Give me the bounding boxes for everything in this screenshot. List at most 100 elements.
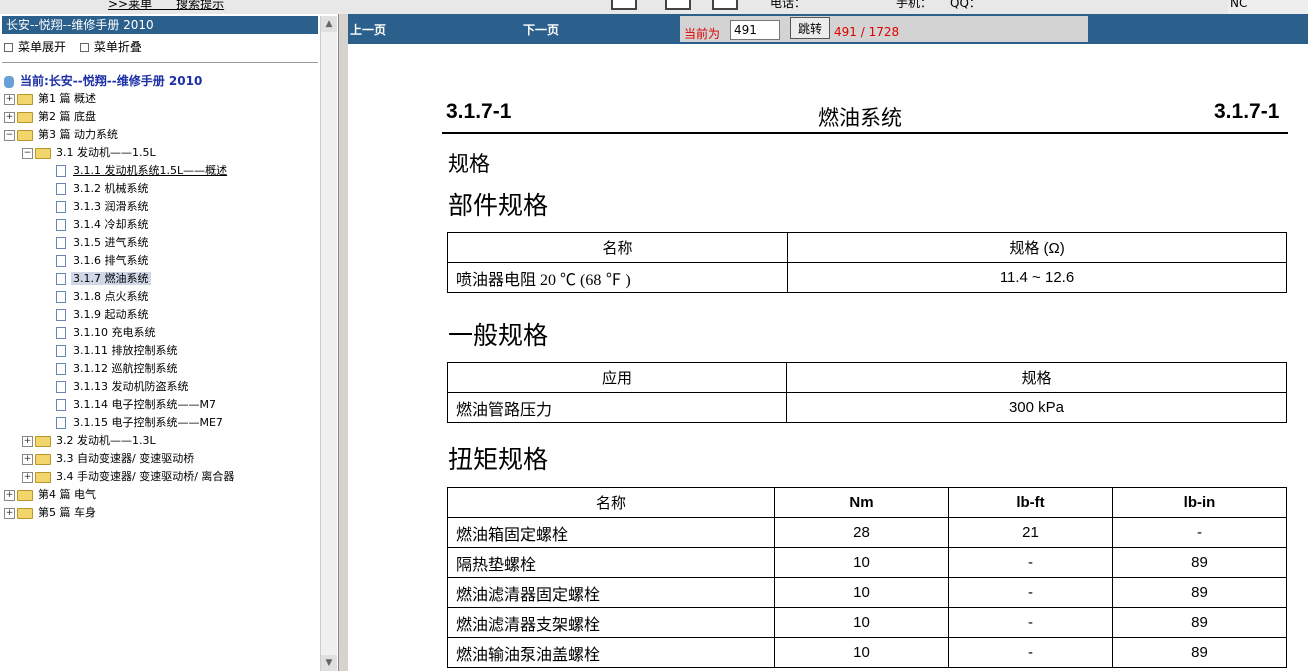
tree-item-label: 3.1.9 起动系统 (73, 308, 149, 321)
table-cell: 燃油管路压力 (447, 392, 787, 423)
tree-item-chapter-3[interactable]: − 第3 篇 动力系统 (4, 126, 120, 144)
tree-item-label: 第5 篇 车身 (38, 506, 96, 519)
menu-toggle-group: 菜单展开 菜单折叠 (4, 38, 152, 55)
jump-button[interactable]: 跳转 (790, 17, 830, 39)
general-spec-heading: 一般规格 (448, 323, 549, 350)
tree-item-3-1-2[interactable]: 3.1.2 机械系统 (56, 180, 151, 198)
sidebar-scrollbar[interactable]: ▲ ▼ (320, 16, 337, 671)
table-header-row: 名称 规格 (Ω) (447, 232, 1287, 263)
tree-item-3-1-11[interactable]: 3.1.11 排放控制系统 (56, 342, 179, 360)
tree-item-label: 3.1.8 点火系统 (73, 290, 149, 303)
tree-item-3-1-4[interactable]: 3.1.4 冷却系统 (56, 216, 151, 234)
general-spec-table: 应用 规格 燃油管路压力 300 kPa (447, 362, 1287, 423)
tree-item-3-1-7-selected[interactable]: 3.1.7 燃油系统 (56, 270, 151, 288)
tree-item-3-1-6[interactable]: 3.1.6 排气系统 (56, 252, 151, 270)
expand-plus-icon[interactable]: + (22, 453, 33, 465)
tree-item-chapter-5[interactable]: + 第5 篇 车身 (4, 504, 98, 522)
expand-plus-icon[interactable]: + (4, 111, 15, 123)
tree-item-label: 3.1.15 电子控制系统——ME7 (73, 416, 223, 429)
current-page-label: 当前为 (684, 27, 721, 41)
table-cell: 隔热垫螺栓 (447, 547, 775, 578)
tree-item-3-1-8[interactable]: 3.1.8 点火系统 (56, 288, 151, 306)
collapse-minus-icon[interactable]: − (4, 129, 15, 141)
scroll-up-icon[interactable]: ▲ (321, 16, 337, 32)
table-cell: 89 (1112, 577, 1287, 608)
table-cell: - (948, 637, 1113, 668)
next-page-link[interactable]: 下一页 (523, 21, 559, 38)
table-cell: 28 (774, 517, 949, 548)
page-jump-box: 当前为 跳转 491 / 1728 (680, 16, 1088, 42)
toolbar-print-icon[interactable] (712, 0, 738, 10)
collapse-minus-icon[interactable]: − (22, 147, 33, 159)
tree-item-label: 3.1.1 发动机系统1.5L——概述 (73, 164, 228, 177)
tree-item-3-1[interactable]: − 3.1 发动机——1.5L (22, 144, 158, 162)
tree-item-label: 3.1.4 冷却系统 (73, 218, 149, 231)
sidebar-title: 长安--悦翔--维修手册 2010 (2, 16, 318, 34)
table-cell: 89 (1112, 547, 1287, 578)
table-cell: 21 (948, 517, 1113, 548)
tree-item-chapter-2[interactable]: + 第2 篇 底盘 (4, 108, 98, 126)
table-row: 燃油滤清器支架螺栓 10 - 89 (447, 607, 1287, 638)
expand-plus-icon[interactable]: + (22, 435, 33, 447)
table-row: 燃油滤清器固定螺栓 10 - 89 (447, 577, 1287, 608)
tree-item-3-4[interactable]: +3.4 手动变速器/ 变速驱动桥/ 离合器 (22, 468, 236, 486)
collapse-menu-button[interactable]: 菜单折叠 (79, 40, 142, 54)
document-icon (56, 183, 66, 195)
tree-item-chapter-1[interactable]: + 第1 篇 概述 (4, 90, 98, 108)
tree-root-current[interactable]: 当前:长安--悦翔--维修手册 2010 (4, 72, 204, 90)
tree-item-label: 3.1.13 发动机防盗系统 (73, 380, 189, 393)
document-icon (56, 165, 66, 177)
table-header-row: 应用 规格 (447, 362, 1287, 393)
table-row: 隔热垫螺栓 10 - 89 (447, 547, 1287, 578)
scroll-down-icon[interactable]: ▼ (321, 655, 337, 671)
tree-item-3-1-10[interactable]: 3.1.10 充电系统 (56, 324, 157, 342)
document-icon (56, 237, 66, 249)
tree-item-3-1-14[interactable]: 3.1.14 电子控制系统——M7 (56, 396, 218, 414)
table-cell: - (948, 577, 1113, 608)
expand-plus-icon[interactable]: + (4, 507, 15, 519)
tree-item-3-2[interactable]: +3.2 发动机——1.3L (22, 432, 158, 450)
tree-item-3-1-15[interactable]: 3.1.15 电子控制系统——ME7 (56, 414, 225, 432)
tree-item-3-1-9[interactable]: 3.1.9 起动系统 (56, 306, 151, 324)
prev-page-link[interactable]: 上一页 (350, 21, 386, 38)
document-icon (56, 255, 66, 267)
expand-plus-icon[interactable]: + (22, 471, 33, 483)
divider (2, 62, 318, 63)
tree-item-label: 3.3 自动变速器/ 变速驱动桥 (56, 452, 195, 465)
table-header-cell: Nm (774, 487, 949, 518)
document-icon (56, 363, 66, 375)
table-cell: - (1112, 517, 1287, 548)
frame-splitter[interactable] (338, 14, 348, 671)
expand-plus-icon[interactable]: + (4, 489, 15, 501)
open-folder-icon (17, 129, 33, 141)
table-header-cell: 名称 (447, 487, 775, 518)
tree-item-3-1-12[interactable]: 3.1.12 巡航控制系统 (56, 360, 179, 378)
tree-item-label: 3.1.10 充电系统 (73, 326, 156, 339)
top-link[interactable]: >>莱单 搜索提示 (108, 0, 224, 12)
expand-menu-button[interactable]: 菜单展开 (4, 40, 66, 54)
table-cell: 10 (774, 577, 949, 608)
folder-icon (17, 507, 33, 519)
tree-item-label: 3.1.2 机械系统 (73, 182, 149, 195)
page-number-input[interactable] (730, 20, 780, 40)
open-folder-icon (35, 147, 51, 159)
table-cell: 燃油箱固定螺栓 (447, 517, 775, 548)
tree-item-3-1-1[interactable]: 3.1.1 发动机系统1.5L——概述 (56, 162, 229, 180)
tree-item-3-1-13[interactable]: 3.1.13 发动机防盗系统 (56, 378, 190, 396)
document-icon (56, 309, 66, 321)
folder-icon (17, 93, 33, 105)
parts-spec-heading: 部件规格 (448, 193, 549, 220)
tree-item-chapter-4[interactable]: + 第4 篇 电气 (4, 486, 98, 504)
folder-icon (17, 489, 33, 501)
expand-plus-icon[interactable]: + (4, 93, 15, 105)
tree-item-3-1-5[interactable]: 3.1.5 进气系统 (56, 234, 151, 252)
top-contact-text: 电话： 手机： QQ： (770, 0, 981, 10)
folder-icon (35, 435, 51, 447)
toolbar-window-icon[interactable] (611, 0, 637, 10)
tree-item-3-3[interactable]: +3.3 自动变速器/ 变速驱动桥 (22, 450, 196, 468)
tree-item-label: 3.1.5 进气系统 (73, 236, 149, 249)
tree-item-label: 3.2 发动机——1.3L (56, 434, 156, 447)
tree-item-label: 第3 篇 动力系统 (38, 128, 118, 141)
tree-item-3-1-3[interactable]: 3.1.3 润滑系统 (56, 198, 151, 216)
toolbar-split-icon[interactable] (665, 0, 691, 10)
